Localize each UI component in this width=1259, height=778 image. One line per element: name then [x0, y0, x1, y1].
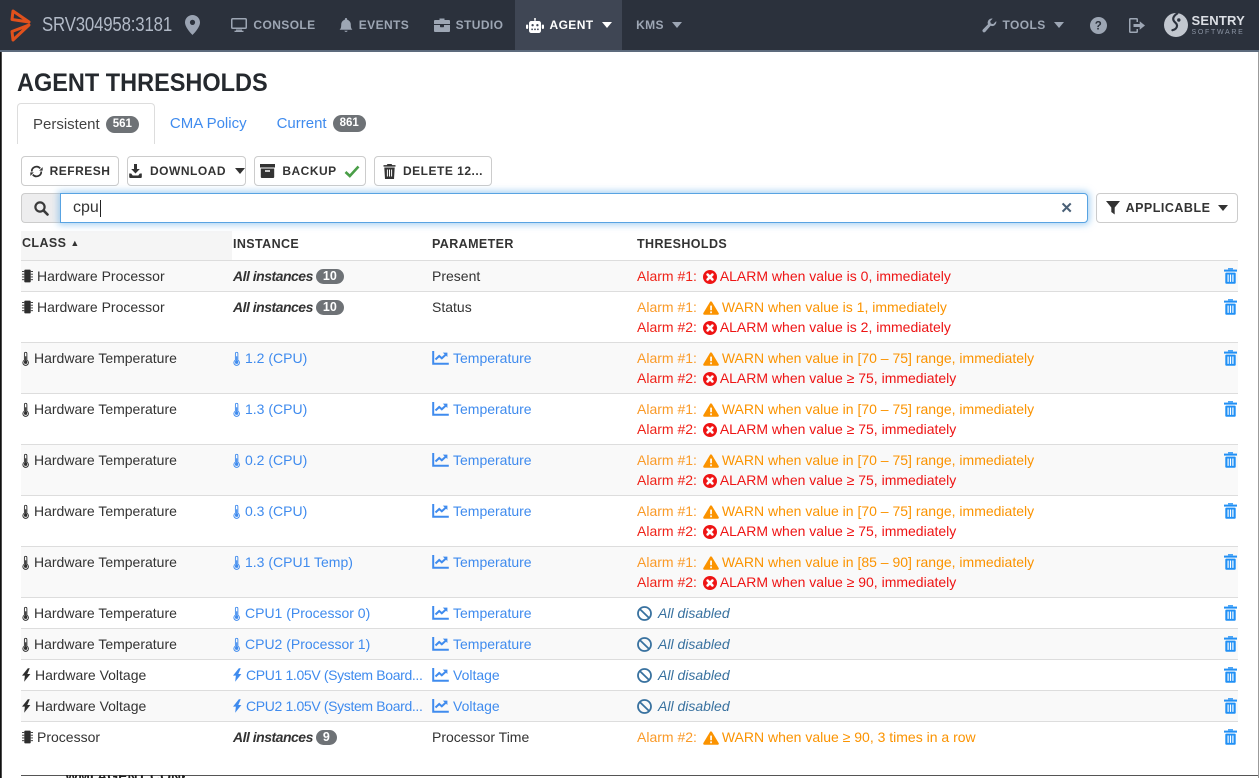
svg-text:?: ? [1095, 20, 1102, 32]
